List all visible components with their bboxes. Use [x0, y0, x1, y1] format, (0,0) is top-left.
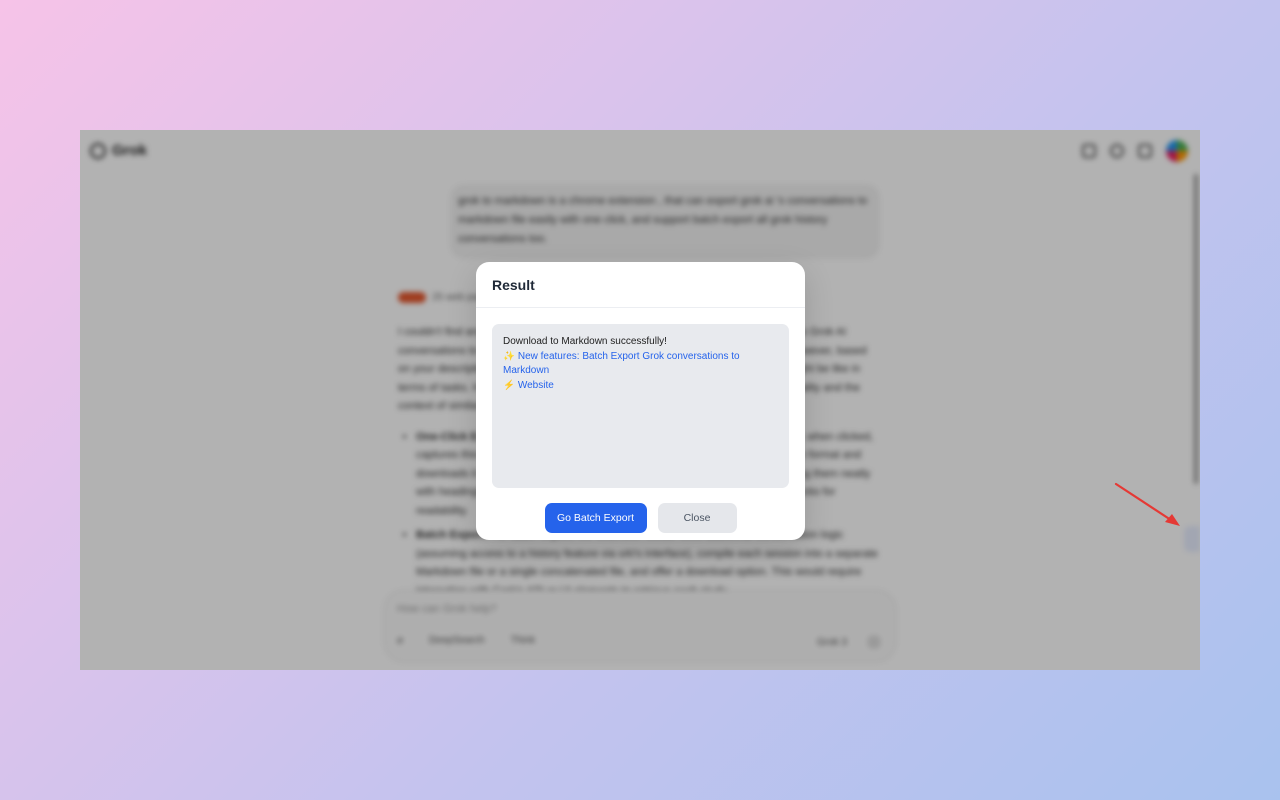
lightning-icon: ⚡	[503, 379, 515, 391]
dialog-title: Result	[492, 276, 535, 293]
pointer-arrow-icon	[1114, 482, 1180, 526]
sparkles-icon: ✨	[503, 350, 515, 362]
website-line: ⚡ Website	[503, 379, 778, 394]
success-message: Download to Markdown successfully!	[503, 336, 667, 347]
dialog-actions: Go Batch Export Close	[476, 503, 805, 533]
result-message-box: Download to Markdown successfully! ✨ New …	[492, 324, 789, 488]
close-button[interactable]: Close	[657, 503, 737, 533]
result-dialog: Result Download to Markdown successfully…	[476, 262, 805, 540]
feature-line: ✨ New features: Batch Export Grok convers…	[503, 350, 778, 379]
batch-export-feature-link[interactable]: New features: Batch Export Grok conversa…	[503, 351, 740, 377]
go-batch-export-button[interactable]: Go Batch Export	[544, 503, 647, 533]
browser-viewport: Grok grok to markdown is a chrome extens…	[80, 130, 1200, 670]
dialog-header: Result	[476, 262, 805, 308]
website-link[interactable]: Website	[518, 380, 554, 391]
